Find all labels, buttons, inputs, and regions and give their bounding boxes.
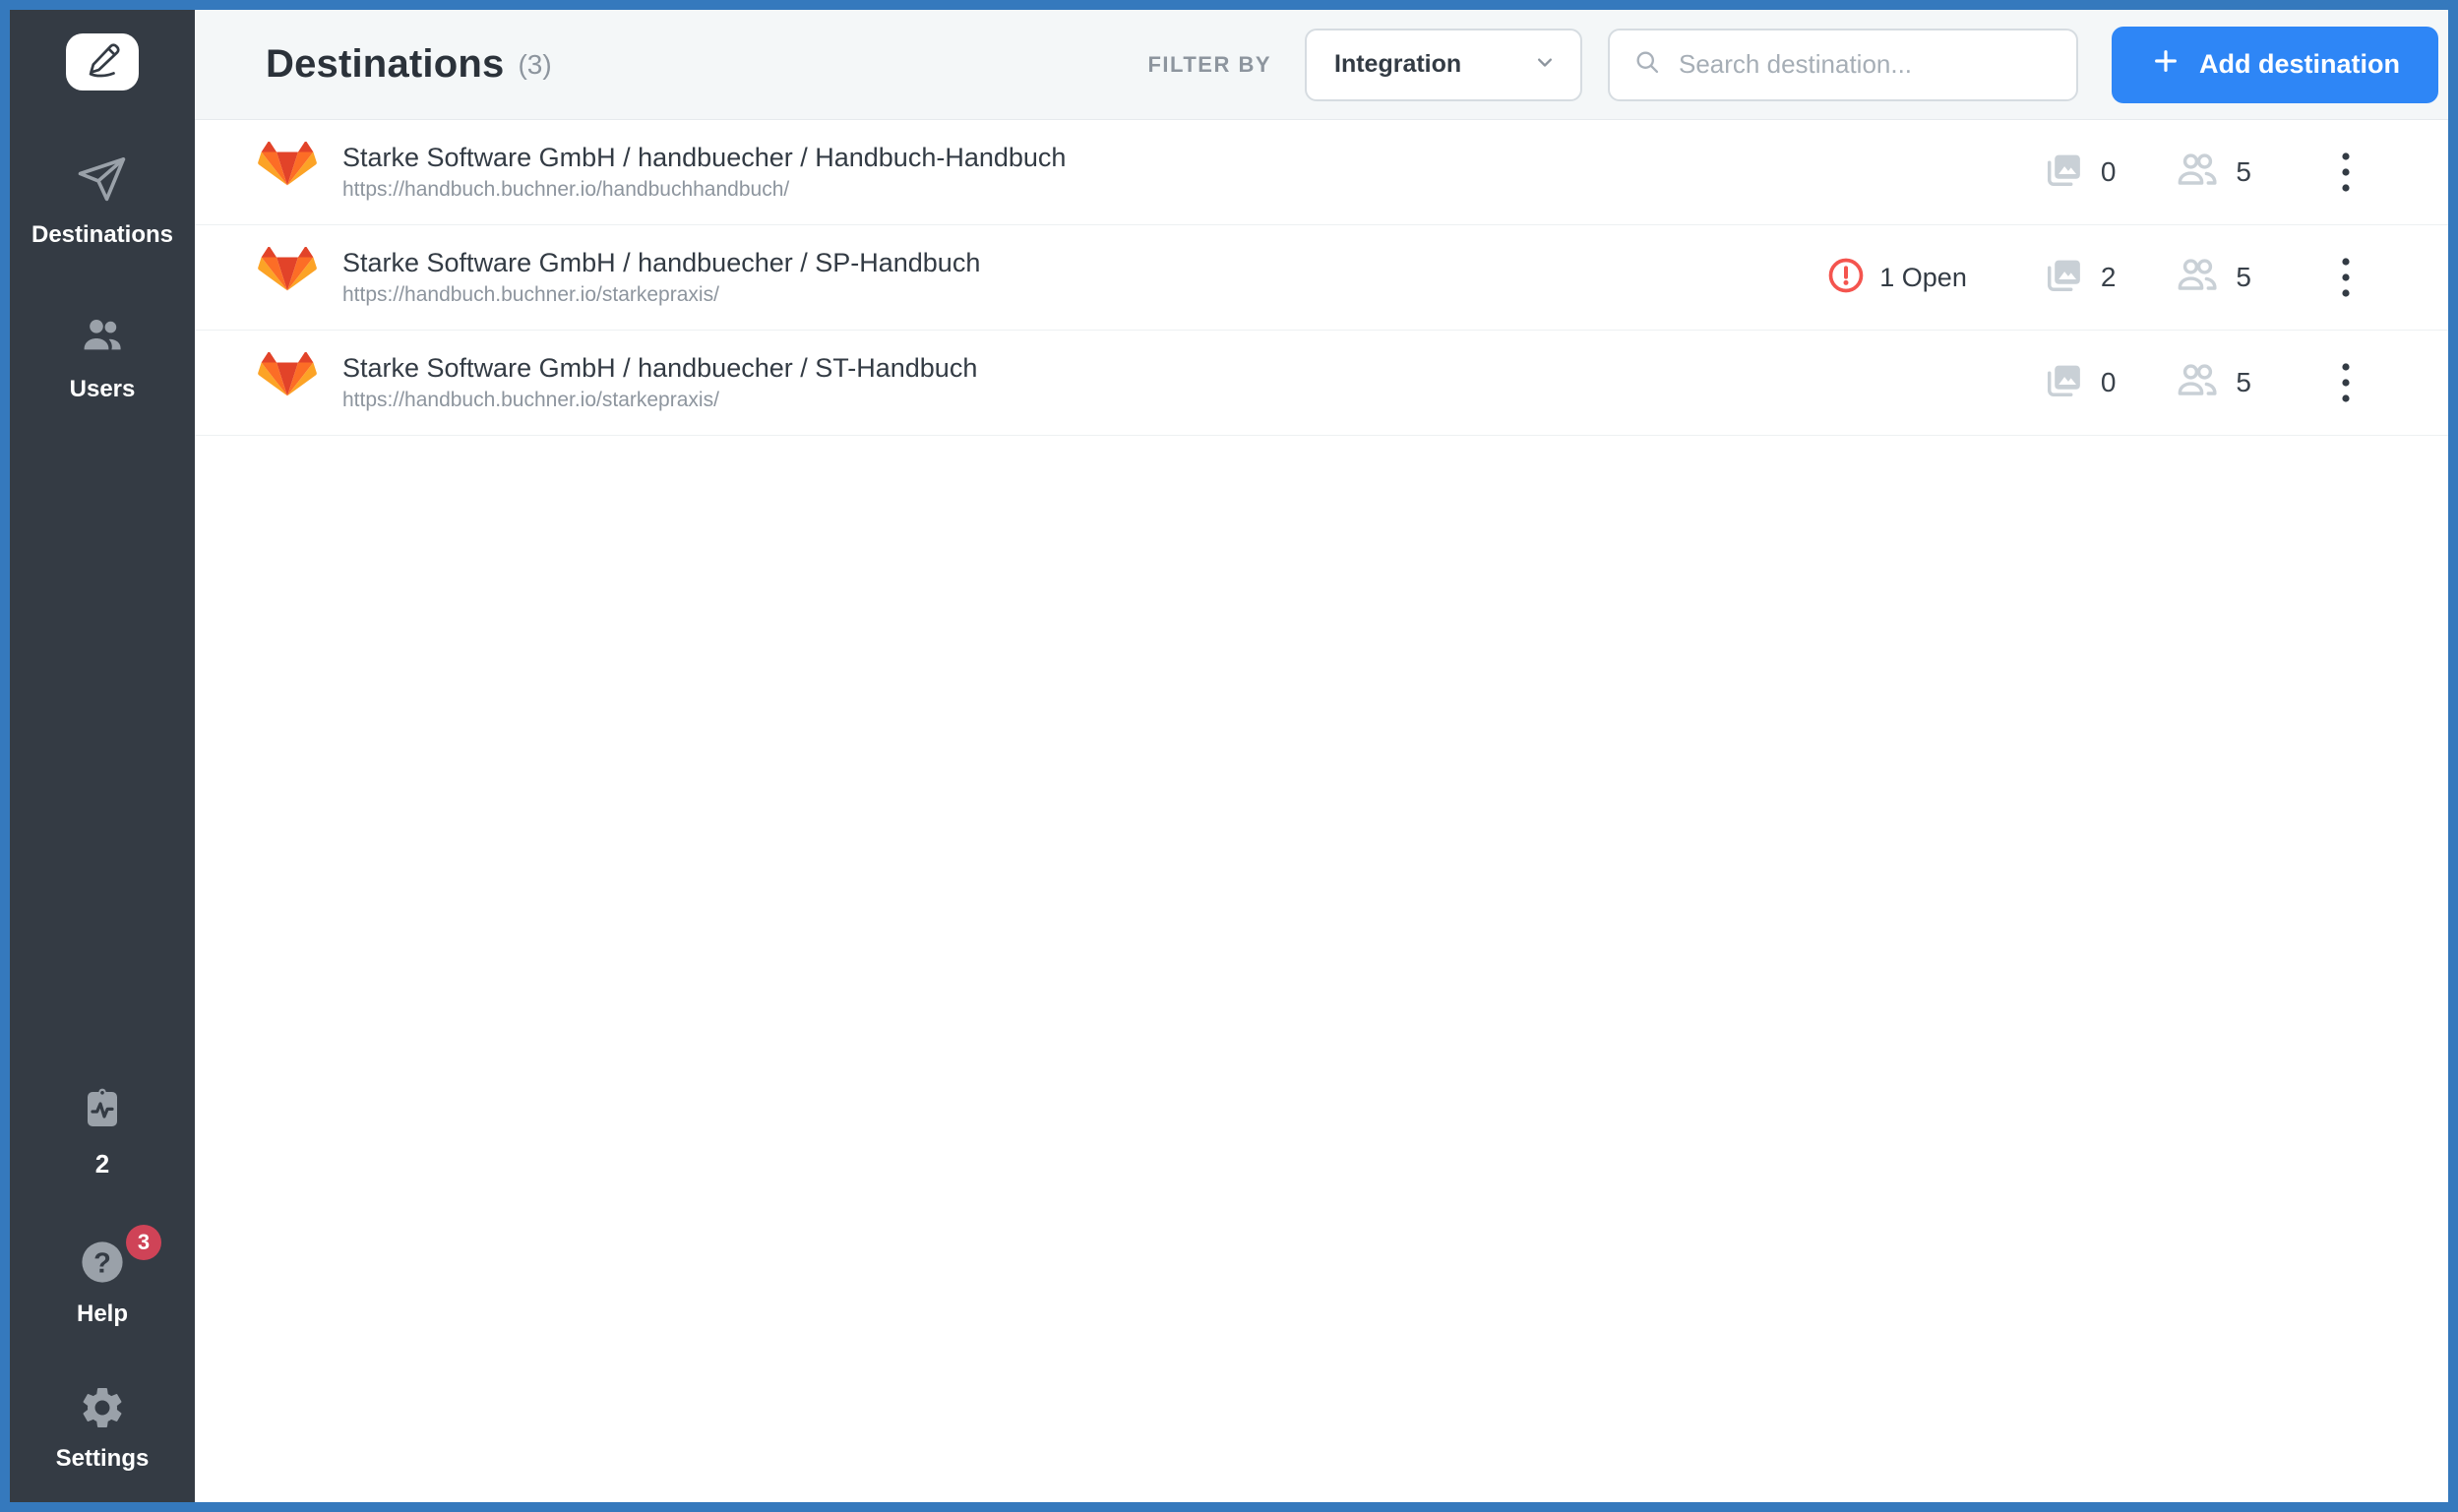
question-mark-icon: ? bbox=[79, 1239, 126, 1291]
sidebar-item-label: Settings bbox=[55, 1445, 150, 1472]
search-box bbox=[1608, 28, 2078, 101]
activity-count: 2 bbox=[94, 1149, 110, 1179]
svg-text:?: ? bbox=[93, 1247, 111, 1279]
row-menu-button[interactable] bbox=[2340, 359, 2352, 406]
filter-by-label: FILTER BY bbox=[1147, 51, 1271, 77]
open-issues-indicator[interactable]: 1 Open bbox=[1826, 256, 1967, 300]
images-stat: 0 bbox=[2042, 149, 2117, 197]
destination-url: https://handbuch.buchner.io/starkepraxis… bbox=[342, 283, 719, 306]
sidebar-item-help[interactable]: ? 3 Help bbox=[76, 1225, 161, 1328]
images-count: 2 bbox=[2100, 262, 2117, 292]
sidebar-item-label: Help bbox=[76, 1300, 128, 1327]
app-logo[interactable] bbox=[66, 33, 139, 91]
images-icon bbox=[2042, 254, 2085, 302]
add-destination-label: Add destination bbox=[2199, 49, 2400, 79]
destination-url: https://handbuch.buchner.io/handbuchhand… bbox=[342, 178, 790, 201]
images-count: 0 bbox=[2100, 156, 2117, 187]
images-icon bbox=[2042, 359, 2085, 407]
destination-info: Starke Software GmbH / handbuecher / SP-… bbox=[342, 248, 980, 307]
search-icon bbox=[1633, 48, 1661, 81]
search-input[interactable] bbox=[1677, 48, 2057, 81]
users-count: 5 bbox=[2236, 262, 2251, 292]
gitlab-icon bbox=[258, 141, 317, 203]
sidebar-item-settings[interactable]: Settings bbox=[55, 1383, 150, 1473]
header-bar: Destinations (3) FILTER BY Integration S… bbox=[195, 10, 2448, 120]
sidebar-item-destinations[interactable]: Destinations bbox=[31, 151, 173, 249]
app-window: Destinations Users 2 ? 3 Help Settings D… bbox=[0, 0, 2458, 1512]
images-count: 0 bbox=[2100, 367, 2117, 397]
plus-icon bbox=[2150, 45, 2181, 84]
help-badge: 3 bbox=[126, 1225, 161, 1260]
sidebar-item-activity[interactable]: 2 bbox=[79, 1085, 126, 1179]
filter-dropdown-value: Integration bbox=[1334, 50, 1462, 78]
users-stat: 5 bbox=[2175, 253, 2251, 303]
images-stat: 2 bbox=[2042, 254, 2117, 302]
destination-row[interactable]: Starke Software GmbH / handbuecher / SP-… bbox=[195, 225, 2448, 331]
destination-title: Starke Software GmbH / handbuecher / ST-… bbox=[342, 353, 978, 383]
users-stat: 5 bbox=[2175, 358, 2251, 408]
activity-clipboard-icon bbox=[79, 1085, 126, 1137]
users-stat: 5 bbox=[2175, 148, 2251, 198]
people-icon bbox=[2175, 253, 2220, 303]
images-stat: 0 bbox=[2042, 359, 2117, 407]
users-count: 5 bbox=[2236, 367, 2251, 397]
sidebar-item-users[interactable]: Users bbox=[69, 312, 136, 403]
page-count: (3) bbox=[518, 48, 552, 80]
destination-info: Starke Software GmbH / handbuecher / Han… bbox=[342, 143, 1066, 202]
sidebar-bottom: 2 ? 3 Help Settings bbox=[55, 1085, 161, 1502]
sidebar-item-label: Destinations bbox=[31, 221, 174, 248]
sidebar: Destinations Users 2 ? 3 Help Settings bbox=[10, 10, 195, 1502]
users-icon bbox=[79, 312, 126, 364]
page-title: Destinations bbox=[266, 42, 505, 86]
users-count: 5 bbox=[2236, 156, 2251, 187]
chevron-down-icon bbox=[1531, 48, 1559, 81]
paper-plane-icon bbox=[76, 151, 129, 210]
destination-title: Starke Software GmbH / handbuecher / Han… bbox=[342, 143, 1067, 172]
alert-circle-icon bbox=[1826, 256, 1866, 300]
destination-row[interactable]: Starke Software GmbH / handbuecher / ST-… bbox=[195, 331, 2448, 436]
people-icon bbox=[2175, 358, 2220, 408]
destination-list: Starke Software GmbH / handbuecher / Han… bbox=[195, 120, 2448, 436]
destination-title: Starke Software GmbH / handbuecher / SP-… bbox=[342, 248, 981, 277]
people-icon bbox=[2175, 148, 2220, 198]
images-icon bbox=[2042, 149, 2085, 197]
destination-url: https://handbuch.buchner.io/starkepraxis… bbox=[342, 389, 719, 411]
filter-dropdown[interactable]: Integration bbox=[1305, 28, 1582, 101]
pencil-logo-icon bbox=[81, 38, 124, 87]
destination-info: Starke Software GmbH / handbuecher / ST-… bbox=[342, 353, 977, 412]
main-content: Destinations (3) FILTER BY Integration S… bbox=[195, 10, 2448, 1502]
row-menu-button[interactable] bbox=[2340, 149, 2352, 196]
gitlab-icon bbox=[258, 246, 317, 308]
sidebar-item-label: Users bbox=[69, 376, 136, 402]
add-destination-button[interactable]: Add destination bbox=[2112, 26, 2438, 103]
open-issues-label: 1 Open bbox=[1879, 262, 1967, 292]
gitlab-icon bbox=[258, 351, 317, 413]
row-menu-button[interactable] bbox=[2340, 254, 2352, 301]
destination-row[interactable]: Starke Software GmbH / handbuecher / Han… bbox=[195, 120, 2448, 225]
gear-icon bbox=[78, 1383, 127, 1437]
